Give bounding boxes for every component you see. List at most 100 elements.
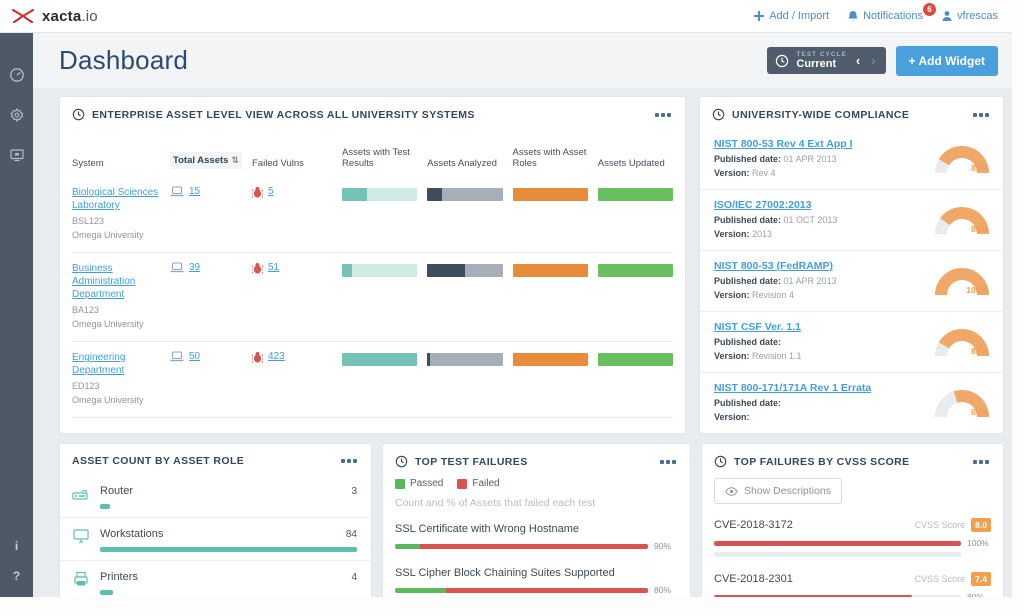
workstation-icon — [72, 528, 90, 544]
compliance-widget: UNIVERSITY-WIDE COMPLIANCE NIST 800-53 R… — [699, 96, 1004, 434]
laptop-icon — [170, 262, 184, 273]
compliance-item: NIST 800-53 (FedRAMP) Published date: 01… — [700, 251, 1003, 312]
test-failure-row: SSL Certificate with Wrong Hostname 90% — [395, 523, 678, 551]
settings-gear-icon[interactable] — [9, 107, 25, 123]
widget-menu-button[interactable] — [971, 111, 991, 119]
compliance-item: NIST 800-171/171A Rev 1 Errata Published… — [700, 373, 1003, 433]
compliance-item: NIST 800-53 Rev 4 Ext App I Published da… — [700, 129, 1003, 190]
col-total-assets-sort[interactable]: Total Assets⇅ — [170, 152, 242, 169]
widget-menu-button[interactable] — [339, 457, 359, 465]
pass-fail-bar — [395, 544, 648, 549]
widget-subtitle: Count and % of Assets that failed each t… — [395, 497, 678, 509]
cve-id: CVE-2018-3172 — [714, 519, 793, 531]
test-cycle-prev-button[interactable]: ‹ — [854, 53, 862, 68]
clock-icon — [714, 455, 727, 468]
widget-menu-button[interactable] — [653, 111, 673, 119]
asset-count-bar — [100, 547, 357, 552]
total-assets-link[interactable]: 50 — [189, 351, 200, 362]
user-icon — [941, 10, 953, 22]
bell-icon — [847, 10, 859, 22]
asset-monitor-icon[interactable] — [9, 147, 25, 163]
legend: Passed Failed — [395, 478, 678, 489]
asset-role-row: Workstations84 — [60, 518, 371, 561]
analyzed-bar — [427, 188, 502, 201]
table-row: Business Administration Department BA123… — [72, 253, 673, 342]
notification-badge: 6 — [923, 3, 936, 16]
passed-bar — [714, 552, 961, 557]
col-failed-vulns: Failed Vulns — [252, 158, 332, 169]
standard-link[interactable]: ISO/IEC 27002:2013 — [714, 199, 837, 211]
roles-bar — [513, 264, 588, 277]
app-window: xacta.io Add / Import Notifications 6 vf… — [0, 0, 1012, 597]
passed-swatch — [395, 479, 405, 489]
main-area: Dashboard TEST CYCLE Current ‹ › + Add W… — [33, 33, 1012, 597]
laptop-icon — [170, 351, 184, 362]
failed-vulns-link[interactable]: 423 — [268, 351, 285, 362]
asset-count-bar — [100, 504, 357, 509]
clock-icon — [712, 108, 725, 121]
failed-swatch — [457, 479, 467, 489]
analyzed-bar — [427, 264, 502, 277]
widget-title: TOP FAILURES BY CVSS SCORE — [734, 456, 910, 468]
laptop-icon — [170, 186, 184, 197]
test-results-bar — [342, 264, 417, 277]
clock-icon — [395, 455, 408, 468]
enterprise-table: System Total Assets⇅ Failed Vulns Assets… — [60, 129, 685, 424]
widget-title: ASSET COUNT BY ASSET ROLE — [72, 455, 244, 467]
table-row: Engineering Department ED123 Omega Unive… — [72, 342, 673, 418]
roles-bar — [513, 188, 588, 201]
xacta-logo-icon — [10, 7, 36, 25]
page-bar: Dashboard TEST CYCLE Current ‹ › + Add W… — [33, 33, 1012, 88]
failed-vulns-link[interactable]: 51 — [268, 262, 279, 273]
table-header-row: System Total Assets⇅ Failed Vulns Assets… — [72, 133, 673, 177]
standard-link[interactable]: NIST 800-171/171A Rev 1 Errata — [714, 382, 871, 394]
test-cycle-next-button[interactable]: › — [869, 53, 877, 68]
updated-bar — [598, 264, 673, 277]
system-link[interactable]: Engineering Department — [72, 351, 160, 377]
roles-bar — [513, 353, 588, 366]
failed-vulns-link[interactable]: 5 — [268, 186, 274, 197]
test-results-bar — [342, 353, 417, 366]
eye-icon — [725, 487, 738, 496]
test-cycle-label: TEST CYCLE — [796, 51, 846, 58]
show-descriptions-button[interactable]: Show Descriptions — [714, 478, 842, 504]
brand-logo[interactable]: xacta.io — [10, 7, 98, 25]
failed-bar — [714, 595, 961, 598]
add-import-link[interactable]: Add / Import — [753, 10, 829, 22]
total-assets-link[interactable]: 39 — [189, 262, 200, 273]
col-updated: Assets Updated — [598, 158, 673, 169]
standard-link[interactable]: NIST 800-53 (FedRAMP) — [714, 260, 837, 272]
compliance-gauge: 83% — [935, 329, 989, 356]
printer-icon — [72, 571, 90, 587]
sort-icon: ⇅ — [231, 155, 239, 166]
notifications-link[interactable]: Notifications 6 — [847, 10, 923, 22]
cvss-score-badge: 7.4 — [971, 572, 991, 586]
total-assets-link[interactable]: 15 — [189, 186, 200, 197]
cvss-row: CVE-2018-3172 CVSS Score8.0 100% — [714, 518, 991, 557]
updated-bar — [598, 188, 673, 201]
help-icon[interactable]: ? — [13, 569, 20, 583]
col-test-results: Assets with Test Results — [342, 147, 417, 169]
table-row: Biological Sciences Laboratory BSL123 Om… — [72, 177, 673, 253]
dashboard-gauge-icon[interactable] — [9, 67, 25, 83]
widget-title: ENTERPRISE ASSET LEVEL VIEW ACROSS ALL U… — [92, 109, 475, 121]
top-test-failures-widget: TOP TEST FAILURES Passed Failed Count an… — [382, 443, 691, 597]
widget-menu-button[interactable] — [971, 458, 991, 466]
system-link[interactable]: Business Administration Department — [72, 262, 160, 301]
compliance-gauge: 60% — [935, 390, 989, 417]
test-results-bar — [342, 188, 417, 201]
clock-icon — [72, 108, 85, 121]
add-widget-button[interactable]: + Add Widget — [896, 46, 998, 76]
system-link[interactable]: Biological Sciences Laboratory — [72, 186, 160, 212]
user-menu[interactable]: vfrescas — [941, 10, 998, 22]
standard-link[interactable]: NIST CSF Ver. 1.1 — [714, 321, 802, 333]
col-system: System — [72, 158, 160, 169]
widget-grid: ENTERPRISE ASSET LEVEL VIEW ACROSS ALL U… — [33, 88, 1012, 597]
header-actions: Add / Import Notifications 6 vfrescas — [753, 10, 998, 22]
test-cycle-selector[interactable]: TEST CYCLE Current ‹ › — [767, 47, 885, 74]
asset-count-widget: ASSET COUNT BY ASSET ROLE Router3 — [59, 443, 372, 597]
widget-menu-button[interactable] — [658, 458, 678, 466]
brand-text: xacta.io — [42, 8, 98, 25]
standard-link[interactable]: NIST 800-53 Rev 4 Ext App I — [714, 138, 853, 150]
info-icon[interactable]: i — [15, 539, 18, 553]
